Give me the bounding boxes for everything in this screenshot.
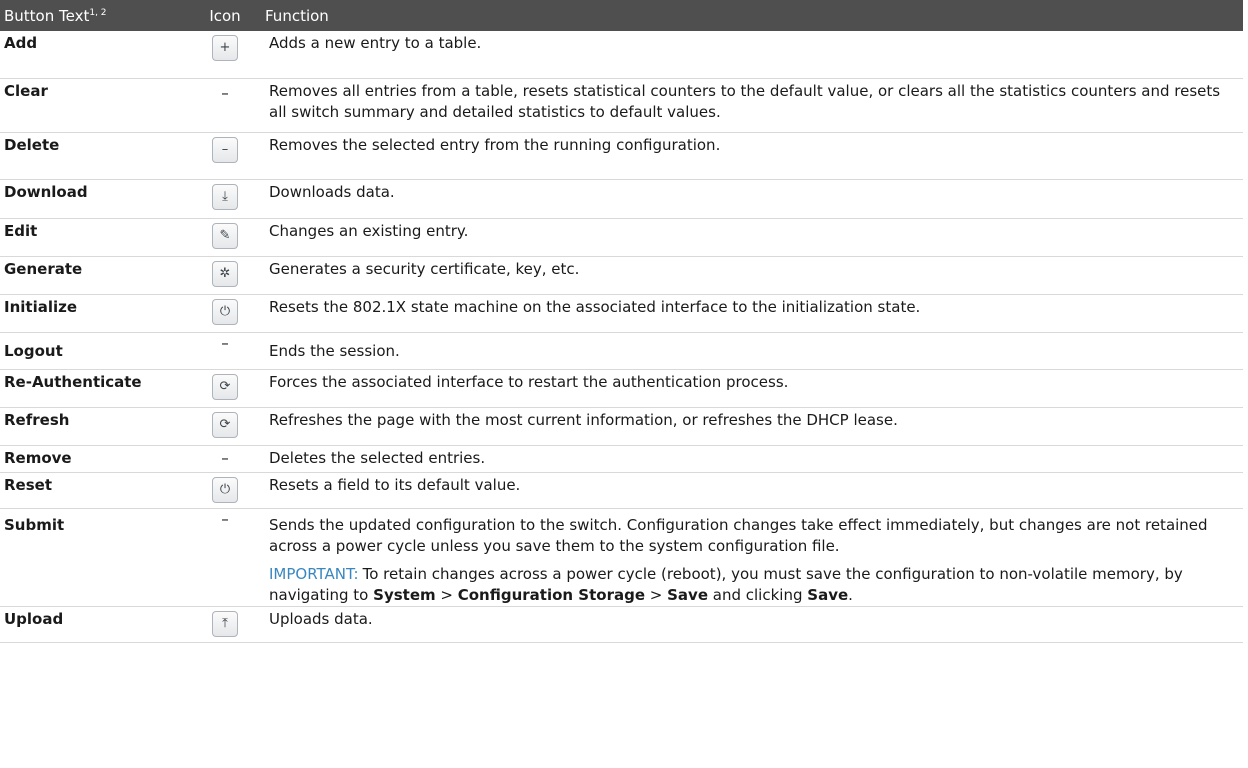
icon-cell: –: [187, 132, 263, 179]
function-text: Ends the session.: [269, 341, 400, 360]
note-text: and clicking: [708, 585, 808, 604]
table-row: Download ⤓ Downloads data.: [0, 179, 1243, 218]
button-name: Delete: [4, 135, 60, 154]
icon-cell: –: [187, 508, 263, 606]
button-name: Re-Authenticate: [4, 372, 142, 391]
icon-cell: ⏻: [187, 294, 263, 332]
icon-cell: ⤓: [187, 179, 263, 218]
function-text: Sends the updated configuration to the s…: [269, 515, 1208, 555]
minus-icon[interactable]: –: [212, 136, 238, 163]
button-name: Logout: [4, 341, 63, 360]
icon-cell: +: [187, 31, 263, 78]
table-row: Initialize ⏻ Resets the 802.1X state mac…: [0, 294, 1243, 332]
button-name: Initialize: [4, 297, 78, 316]
plus-icon[interactable]: +: [212, 35, 238, 61]
important-note: IMPORTANT: To retain changes across a pow…: [269, 564, 1233, 606]
function-text: Forces the associated interface to resta…: [269, 372, 789, 391]
function-text: Resets a field to its default value.: [269, 475, 521, 494]
header-button-label: Button Text: [4, 6, 90, 25]
refresh-icon[interactable]: ⟳: [212, 411, 238, 438]
table-row: Re-Authenticate ⟳ Forces the associated …: [0, 369, 1243, 407]
header-function: Function: [263, 0, 1243, 31]
no-icon-dash: –: [221, 448, 229, 467]
save-action: Save: [807, 585, 849, 604]
button-name: Upload: [4, 609, 64, 628]
icon-cell: ⟳: [187, 407, 263, 445]
table-row: Remove – Deletes the selected entries.: [0, 445, 1243, 472]
icon-cell: –: [187, 445, 263, 472]
gear-icon[interactable]: ✲: [212, 260, 238, 287]
table-row: Refresh ⟳ Refreshes the page with the mo…: [0, 407, 1243, 445]
button-name: Refresh: [4, 410, 70, 429]
function-text: Refreshes the page with the most current…: [269, 410, 898, 429]
important-label: IMPORTANT:: [269, 564, 359, 583]
function-text: Downloads data.: [269, 182, 395, 201]
button-name: Reset: [4, 475, 52, 494]
table-header-row: Button Text1, 2 Icon Function: [0, 0, 1243, 31]
no-icon-dash: –: [221, 509, 229, 528]
button-name: Edit: [4, 221, 38, 240]
button-name: Generate: [4, 259, 83, 278]
header-footnote-ref: 1, 2: [89, 7, 107, 18]
function-text: Removes all entries from a table, resets…: [269, 81, 1221, 121]
function-text: Uploads data.: [269, 609, 373, 628]
table-row: Generate ✲ Generates a security certific…: [0, 256, 1243, 294]
table-row: Add + Adds a new entry to a table.: [0, 31, 1243, 78]
icon-cell: ✎: [187, 218, 263, 256]
table-row: Submit – Sends the updated configuration…: [0, 508, 1243, 606]
icon-cell: –: [187, 78, 263, 132]
icon-cell: ⤒: [187, 606, 263, 642]
download-icon[interactable]: ⤓: [212, 183, 238, 210]
nav-separator: >: [645, 585, 668, 604]
function-text: Changes an existing entry.: [269, 221, 469, 240]
function-text: Deletes the selected entries.: [269, 448, 486, 467]
refresh-icon[interactable]: ⟳: [212, 373, 238, 400]
table-row: Logout – Ends the session.: [0, 332, 1243, 369]
button-name: Submit: [4, 515, 65, 534]
function-text: Resets the 802.1X state machine on the a…: [269, 297, 921, 316]
table-row: Edit ✎ Changes an existing entry.: [0, 218, 1243, 256]
icon-cell: ⏻: [187, 472, 263, 508]
power-icon[interactable]: ⏻: [212, 298, 238, 325]
no-icon-dash: –: [221, 83, 229, 102]
upload-icon[interactable]: ⤒: [212, 610, 238, 637]
function-text: Adds a new entry to a table.: [269, 34, 482, 52]
icon-cell: ⟳: [187, 369, 263, 407]
icon-cell: ✲: [187, 256, 263, 294]
pencil-icon[interactable]: ✎: [212, 222, 238, 249]
nav-separator: >: [435, 585, 458, 604]
button-name: Add: [4, 34, 38, 52]
table-row: Upload ⤒ Uploads data.: [0, 606, 1243, 642]
table-row: Delete – Removes the selected entry from…: [0, 132, 1243, 179]
function-text: Generates a security certificate, key, e…: [269, 259, 580, 278]
note-end: .: [848, 585, 853, 604]
table-row: Reset ⏻ Resets a field to its default va…: [0, 472, 1243, 508]
power-icon[interactable]: ⏻: [212, 476, 238, 503]
button-reference-table: Button Text1, 2 Icon Function Add + Adds…: [0, 0, 1243, 643]
nav-path-save: Save: [667, 585, 709, 604]
function-cell: Sends the updated configuration to the s…: [263, 508, 1243, 606]
header-icon: Icon: [187, 0, 263, 31]
button-name: Download: [4, 182, 88, 201]
no-icon-dash: –: [221, 333, 229, 352]
icon-cell: –: [187, 332, 263, 369]
table-row: Clear – Removes all entries from a table…: [0, 78, 1243, 132]
nav-path-configuration-storage: Configuration Storage: [457, 585, 646, 604]
function-text: Removes the selected entry from the runn…: [269, 135, 721, 154]
button-name: Clear: [4, 81, 48, 100]
button-name: Remove: [4, 448, 72, 467]
nav-path-system: System: [373, 585, 436, 604]
header-button-text: Button Text1, 2: [0, 0, 187, 31]
